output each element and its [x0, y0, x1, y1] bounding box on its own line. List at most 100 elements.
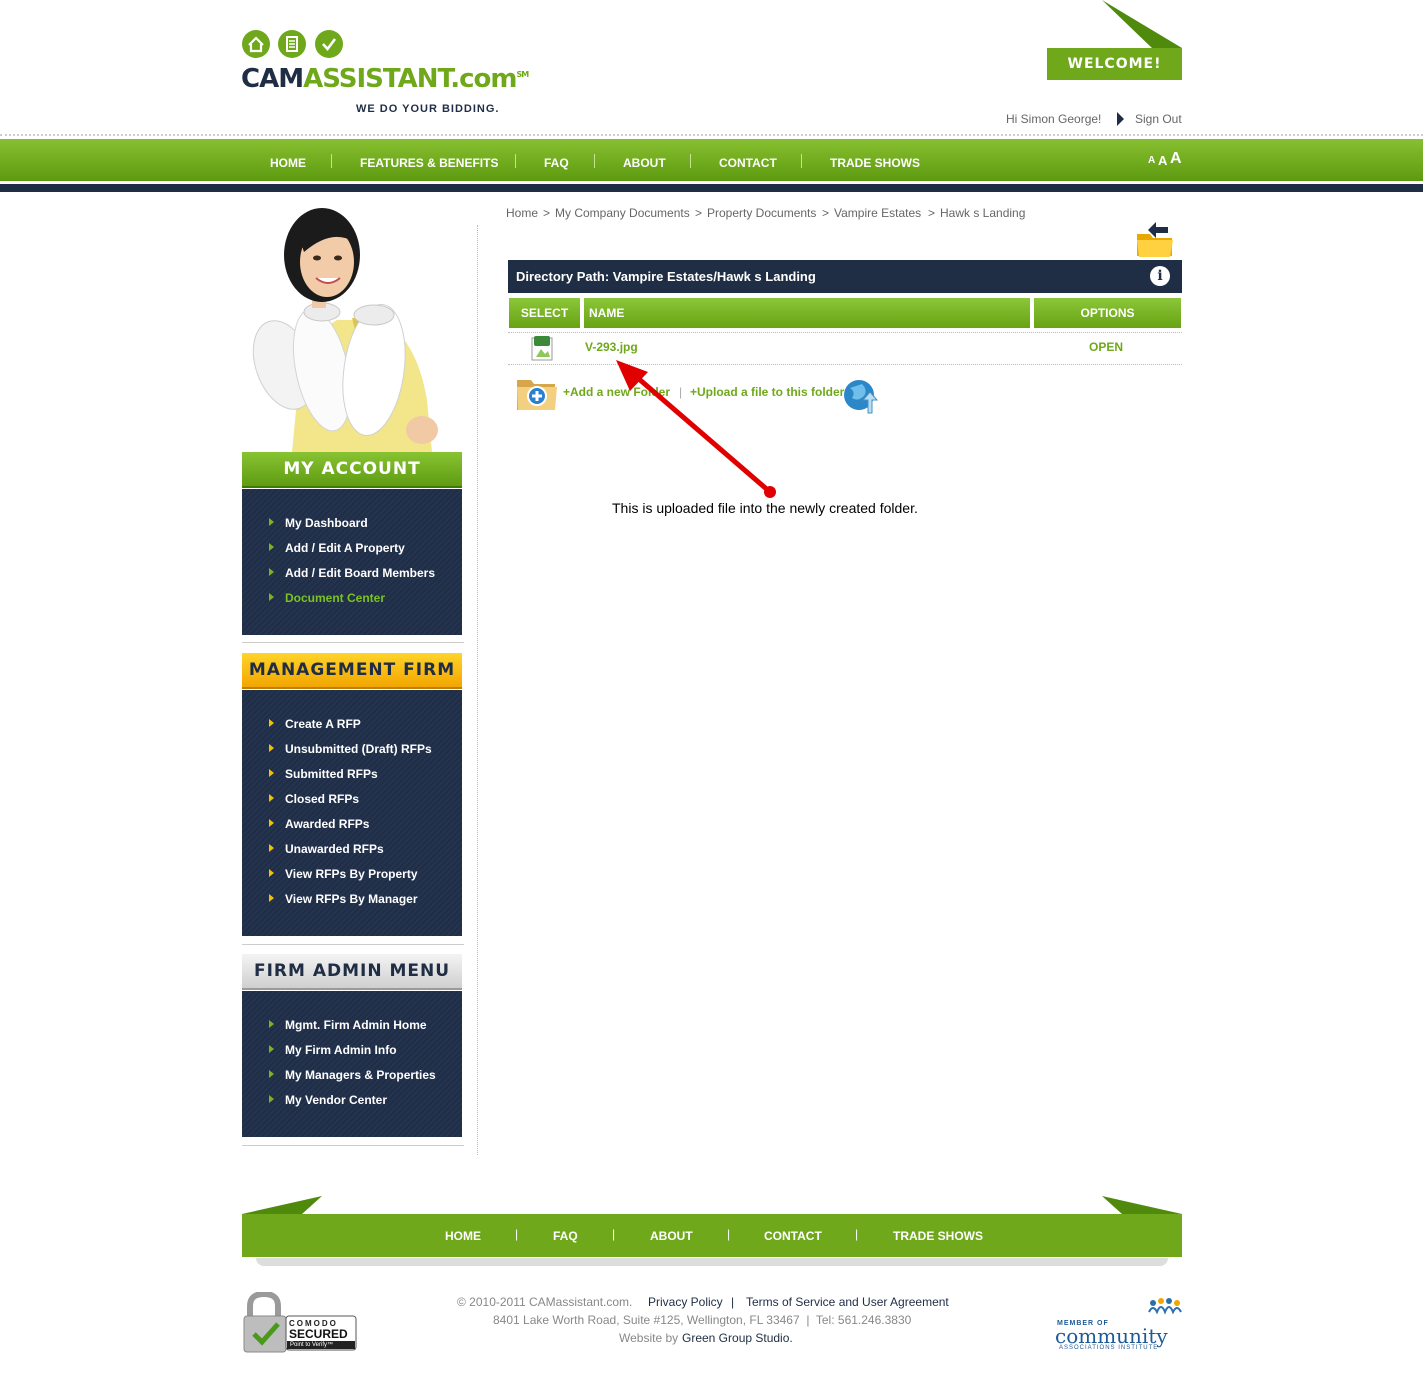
bullet-icon: [269, 744, 274, 752]
nav-features[interactable]: FEATURES & BENEFITS: [360, 156, 498, 170]
footer-nav-separator: |: [855, 1227, 859, 1241]
header-divider: [0, 134, 1423, 136]
my-account-header: MY ACCOUNT: [242, 452, 462, 488]
footer-flap-right: [1102, 1196, 1182, 1214]
sidebar-item-board-members[interactable]: Add / Edit Board Members: [285, 566, 435, 580]
comodo-secured-seal[interactable]: COMODO SECURED Point to Verify™: [242, 1292, 358, 1354]
nav-separator: [594, 154, 595, 168]
sidebar-item-admin-info[interactable]: My Firm Admin Info: [285, 1043, 397, 1057]
welcome-flap: [1102, 0, 1182, 48]
footer-flap-left: [242, 1196, 322, 1214]
sidebar-item-awarded-rfps[interactable]: Awarded RFPs: [285, 817, 369, 831]
nav-underline: [0, 184, 1423, 192]
bullet-icon: [269, 844, 274, 852]
my-account-menu: [242, 489, 462, 635]
breadcrumb-separator: >: [822, 206, 830, 220]
add-folder-icon[interactable]: [515, 372, 561, 412]
sidebar-item-submitted-rfps[interactable]: Submitted RFPs: [285, 767, 378, 781]
sidebar-divider: [242, 944, 464, 945]
file-name-link[interactable]: V-293.jpg: [585, 340, 638, 354]
brand-name-part2: ASSISTANT.com: [303, 64, 517, 94]
bullet-icon: [269, 794, 274, 802]
sidebar-item-create-rfp[interactable]: Create A RFP: [285, 717, 361, 731]
website-by: Website by: [619, 1331, 679, 1345]
breadcrumb-vampire-estates[interactable]: Vampire Estates: [834, 206, 921, 220]
image-file-icon[interactable]: [530, 335, 554, 361]
bullet-icon: [269, 1045, 274, 1053]
footer-nav-separator: |: [727, 1227, 731, 1241]
sidebar-item-closed-rfps[interactable]: Closed RFPs: [285, 792, 359, 806]
sidebar-item-admin-home[interactable]: Mgmt. Firm Admin Home: [285, 1018, 427, 1032]
document-icon: [278, 30, 306, 58]
sidebar-item-rfps-by-property[interactable]: View RFPs By Property: [285, 867, 418, 881]
footer-nav-about[interactable]: ABOUT: [650, 1229, 693, 1243]
management-firm-header: MANAGEMENT FIRM: [242, 653, 462, 689]
sidebar-item-unawarded-rfps[interactable]: Unawarded RFPs: [285, 842, 384, 856]
annotation-arrow: [616, 360, 776, 498]
sign-out-link[interactable]: Sign Out: [1135, 112, 1182, 126]
sidebar-item-document-center[interactable]: Document Center: [285, 591, 385, 605]
top-nav-bar: [0, 139, 1423, 181]
arrow-icon: [1117, 112, 1124, 126]
bullet-icon: [269, 1070, 274, 1078]
sidebar-item-vendor-center[interactable]: My Vendor Center: [285, 1093, 387, 1107]
footer-address: 8401 Lake Worth Road, Suite #125, Wellin…: [493, 1313, 912, 1327]
font-size-large[interactable]: A: [1170, 150, 1182, 168]
brand-name-part1: CAM: [241, 64, 304, 94]
cai-member-logo[interactable]: MEMBER OF community ASSOCIATIONS INSTITU…: [1055, 1298, 1183, 1354]
directory-path: Directory Path: Vampire Estates/Hawk s L…: [516, 269, 816, 284]
sidebar-item-add-edit-property[interactable]: Add / Edit A Property: [285, 541, 405, 555]
footer-nav-contact[interactable]: CONTACT: [764, 1229, 822, 1243]
breadcrumb-company-documents[interactable]: My Company Documents: [555, 206, 690, 220]
nav-separator: [690, 154, 691, 168]
footer-nav-trade-shows[interactable]: TRADE SHOWS: [893, 1229, 983, 1243]
column-header-select: SELECT: [509, 298, 580, 328]
sidebar-item-rfps-by-manager[interactable]: View RFPs By Manager: [285, 892, 418, 906]
bullet-icon: [269, 819, 274, 827]
info-icon[interactable]: i: [1150, 266, 1170, 286]
breadcrumb-property-documents[interactable]: Property Documents: [707, 206, 816, 220]
bullet-icon: [269, 568, 274, 576]
service-mark: SM: [516, 70, 530, 79]
spokesperson-photo: [252, 208, 438, 452]
nav-faq[interactable]: FAQ: [544, 156, 569, 170]
studio-link[interactable]: Green Group Studio.: [682, 1331, 793, 1345]
nav-about[interactable]: ABOUT: [623, 156, 666, 170]
nav-trade-shows[interactable]: TRADE SHOWS: [830, 156, 920, 170]
bullet-icon: [269, 543, 274, 551]
column-header-name: NAME: [584, 298, 1030, 328]
font-size-medium[interactable]: A: [1158, 153, 1167, 168]
breadcrumb-home[interactable]: Home: [506, 206, 538, 220]
sidebar-item-managers-properties[interactable]: My Managers & Properties: [285, 1068, 436, 1082]
firm-admin-menu: [242, 991, 462, 1137]
sidebar-item-unsubmitted-rfps[interactable]: Unsubmitted (Draft) RFPs: [285, 742, 432, 756]
bullet-icon: [269, 869, 274, 877]
privacy-policy-link[interactable]: Privacy Policy: [648, 1295, 723, 1309]
footer-nav-separator: |: [515, 1227, 519, 1241]
nav-home[interactable]: HOME: [270, 156, 306, 170]
footer-nav-faq[interactable]: FAQ: [553, 1229, 578, 1243]
sidebar-divider: [242, 1145, 464, 1146]
breadcrumb-separator: >: [928, 206, 936, 220]
upload-globe-icon[interactable]: [842, 376, 880, 414]
font-size-small[interactable]: A: [1148, 155, 1155, 166]
comodo-secured: SECURED: [289, 1327, 348, 1341]
sidebar-item-my-dashboard[interactable]: My Dashboard: [285, 516, 368, 530]
home-icon: [242, 30, 270, 58]
breadcrumb-separator: >: [543, 206, 551, 220]
footer-nav-home[interactable]: HOME: [445, 1229, 481, 1243]
bullet-icon: [269, 1020, 274, 1028]
people-icon: [1148, 1298, 1182, 1315]
breadcrumb-hawks-landing: Hawk s Landing: [940, 206, 1026, 220]
breadcrumb-separator: >: [695, 206, 703, 220]
bullet-icon: [269, 1095, 274, 1103]
folder-up-icon[interactable]: [1134, 220, 1176, 260]
nav-contact[interactable]: CONTACT: [719, 156, 777, 170]
bullet-icon: [269, 719, 274, 727]
open-file-link[interactable]: OPEN: [1089, 340, 1123, 354]
terms-link[interactable]: Terms of Service and User Agreement: [746, 1295, 949, 1309]
bullet-icon: [269, 593, 274, 601]
user-greeting: Hi Simon George!: [1006, 112, 1102, 126]
welcome-banner: WELCOME!: [1047, 48, 1182, 80]
nav-separator: [515, 154, 516, 168]
